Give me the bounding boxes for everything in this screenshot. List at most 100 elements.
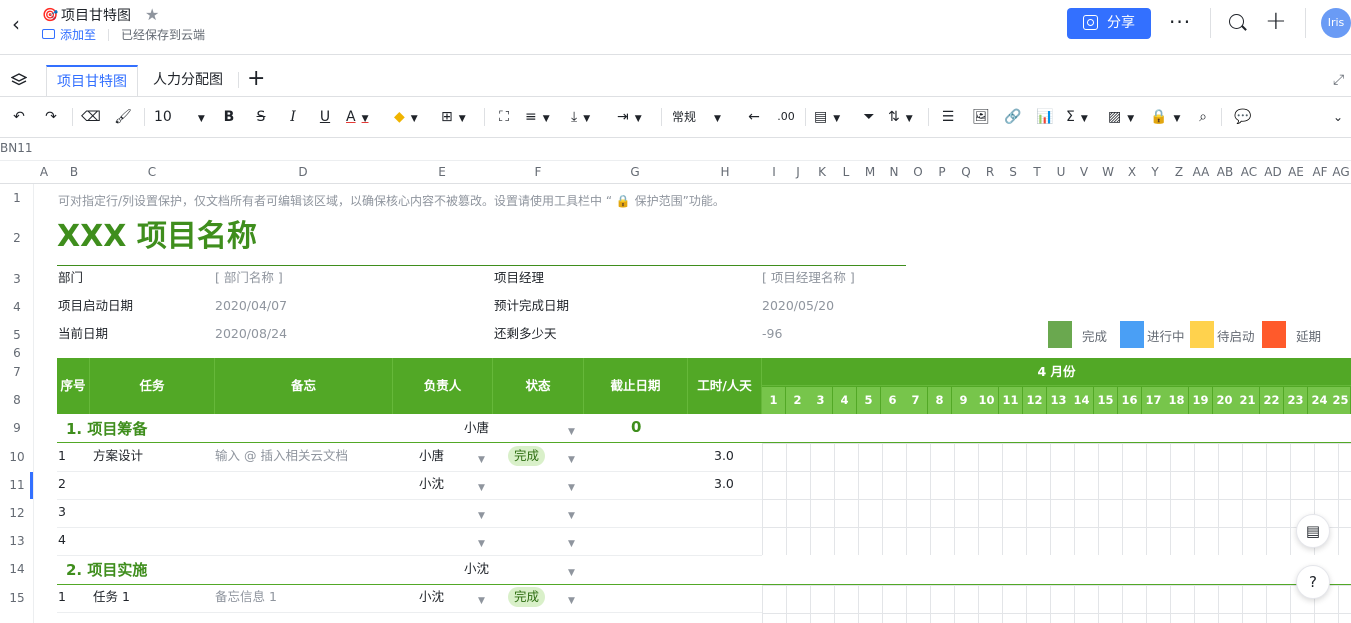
- filter-icon[interactable]: ⏷: [858, 106, 880, 128]
- dropdown-arrow-icon[interactable]: ▼: [568, 539, 575, 549]
- remaining-value[interactable]: -96: [762, 326, 782, 342]
- undo-icon[interactable]: ↶: [8, 106, 30, 128]
- cell-hours[interactable]: 3.0: [714, 476, 734, 492]
- dropdown-arrow-icon[interactable]: ▼: [478, 483, 485, 493]
- row-header[interactable]: 12: [0, 506, 34, 520]
- bold-icon[interactable]: B: [218, 106, 240, 128]
- column-header[interactable]: R: [980, 164, 1000, 180]
- column-header[interactable]: G: [627, 164, 643, 180]
- conditional-format-icon[interactable]: ▨ ▼: [1108, 106, 1142, 128]
- column-header[interactable]: L: [836, 164, 856, 180]
- column-header[interactable]: Z: [1169, 164, 1189, 180]
- column-header[interactable]: N: [884, 164, 904, 180]
- row-header[interactable]: 3: [0, 272, 34, 286]
- avatar[interactable]: Iris: [1321, 8, 1351, 38]
- decrease-decimal-icon[interactable]: ←: [743, 106, 765, 128]
- document-icon[interactable]: ▤: [1296, 514, 1330, 548]
- column-header[interactable]: B: [66, 164, 82, 180]
- italic-icon[interactable]: I: [282, 106, 304, 128]
- dropdown-arrow-icon[interactable]: ▼: [568, 596, 575, 606]
- row-header[interactable]: 9: [0, 421, 34, 435]
- finish-date-value[interactable]: 2020/05/20: [762, 298, 834, 314]
- wrap-icon[interactable]: ⇥ ▼: [617, 106, 651, 128]
- column-header[interactable]: AA: [1189, 164, 1213, 180]
- border-icon[interactable]: ⊞ ▼: [441, 106, 475, 128]
- row-header[interactable]: 7: [0, 365, 34, 379]
- add-to-link[interactable]: 添加至: [60, 27, 96, 43]
- cell-seq[interactable]: 2: [58, 476, 66, 492]
- row-header[interactable]: 6: [0, 346, 34, 360]
- tab-gantt[interactable]: 项目甘特图: [46, 65, 138, 96]
- protect-range-icon[interactable]: 🔒 ▼: [1150, 106, 1184, 128]
- column-header[interactable]: J: [788, 164, 808, 180]
- pm-value[interactable]: [ 项目经理名称 ]: [762, 270, 855, 286]
- sort-icon[interactable]: ⇅ ▼: [888, 106, 922, 128]
- dropdown-arrow-icon[interactable]: ▼: [568, 427, 575, 437]
- column-header[interactable]: D: [295, 164, 311, 180]
- column-header[interactable]: H: [717, 164, 733, 180]
- dropdown-arrow-icon[interactable]: ▼: [568, 511, 575, 521]
- cell-owner[interactable]: 小唐: [419, 448, 444, 464]
- share-button[interactable]: 分享: [1067, 8, 1151, 39]
- row-header[interactable]: 15: [0, 591, 34, 605]
- star-icon[interactable]: ★: [145, 5, 159, 24]
- row-header[interactable]: 8: [0, 393, 34, 407]
- column-header[interactable]: P: [932, 164, 952, 180]
- font-size-select[interactable]: 10 ▼: [154, 106, 209, 128]
- strikethrough-icon[interactable]: S: [250, 106, 272, 128]
- cell-seq[interactable]: 1: [58, 448, 66, 464]
- column-header[interactable]: K: [812, 164, 832, 180]
- start-date-value[interactable]: 2020/04/07: [215, 298, 287, 314]
- tab-staffing[interactable]: 人力分配图: [146, 65, 230, 96]
- column-header[interactable]: O: [908, 164, 928, 180]
- chart-icon[interactable]: 📊: [1034, 106, 1056, 128]
- column-header[interactable]: I: [764, 164, 784, 180]
- row-header[interactable]: 5: [0, 328, 34, 342]
- column-header[interactable]: E: [434, 164, 450, 180]
- font-color-icon[interactable]: A ▼: [346, 106, 380, 128]
- project-title[interactable]: XXX 项目名称: [57, 218, 257, 256]
- column-header[interactable]: AE: [1284, 164, 1308, 180]
- create-icon[interactable]: +: [1265, 6, 1287, 36]
- dropdown-arrow-icon[interactable]: ▼: [478, 455, 485, 465]
- document-title[interactable]: 项目甘特图: [61, 7, 131, 25]
- column-header[interactable]: X: [1122, 164, 1142, 180]
- redo-icon[interactable]: ↷: [40, 106, 62, 128]
- cell-seq[interactable]: 1: [58, 589, 66, 605]
- cell-task[interactable]: 方案设计: [93, 448, 143, 464]
- cell-task[interactable]: 任务 1: [93, 589, 130, 605]
- format-painter-icon[interactable]: 🖌: [112, 106, 134, 128]
- dropdown-arrow-icon[interactable]: ▼: [478, 539, 485, 549]
- dropdown-arrow-icon[interactable]: ▼: [568, 568, 575, 578]
- column-header[interactable]: F: [530, 164, 546, 180]
- cell-name-box[interactable]: BN11: [0, 140, 32, 156]
- column-header[interactable]: AC: [1237, 164, 1261, 180]
- row-header[interactable]: 14: [0, 562, 34, 576]
- freeze-icon[interactable]: ▤ ▼: [814, 106, 848, 128]
- cell-owner[interactable]: 小沈: [419, 476, 444, 492]
- align-icon[interactable]: ≡ ▼: [525, 106, 559, 128]
- dept-value[interactable]: [ 部门名称 ]: [215, 270, 283, 286]
- merge-cells-icon[interactable]: ⛶: [493, 106, 515, 128]
- column-header[interactable]: M: [860, 164, 880, 180]
- cell-seq[interactable]: 4: [58, 532, 66, 548]
- formula-icon[interactable]: Σ ▼: [1066, 106, 1100, 128]
- column-header[interactable]: V: [1074, 164, 1094, 180]
- separator-icon[interactable]: ☰: [937, 106, 959, 128]
- dropdown-arrow-icon[interactable]: ▼: [478, 511, 485, 521]
- clear-format-icon[interactable]: ⌫: [80, 106, 102, 128]
- dropdown-arrow-icon[interactable]: ▼: [568, 483, 575, 493]
- link-icon[interactable]: 🔗: [1002, 106, 1024, 128]
- row-header[interactable]: 13: [0, 534, 34, 548]
- gantt-grid[interactable]: [762, 443, 1351, 555]
- cell-note[interactable]: 输入 @ 插入相关云文档: [215, 448, 348, 464]
- column-header[interactable]: C: [144, 164, 160, 180]
- column-header[interactable]: S: [1003, 164, 1023, 180]
- layers-icon[interactable]: [11, 73, 27, 87]
- row-header[interactable]: 4: [0, 300, 34, 314]
- image-icon[interactable]: 🖼: [970, 106, 992, 128]
- column-header[interactable]: AB: [1213, 164, 1237, 180]
- add-sheet-icon[interactable]: +: [247, 66, 265, 91]
- collapse-toolbar-icon[interactable]: ⌄: [1328, 106, 1348, 128]
- column-header[interactable]: T: [1027, 164, 1047, 180]
